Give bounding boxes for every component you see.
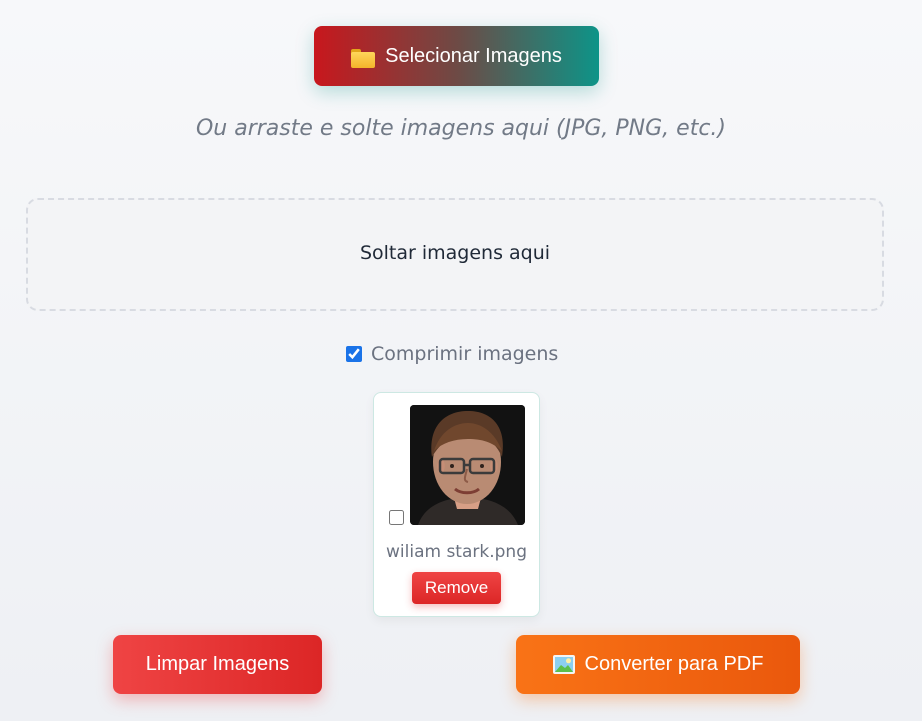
image-filename: wiliam stark.png [386, 542, 527, 562]
image-card: wiliam stark.png Remove [373, 392, 540, 617]
folder-icon [351, 49, 376, 68]
remove-image-button[interactable]: Remove [412, 572, 501, 604]
dropzone-label: Soltar imagens aqui [359, 241, 551, 264]
convert-to-pdf-button[interactable]: Converter para PDF [516, 635, 800, 694]
portrait-thumbnail-icon [410, 405, 525, 525]
image-select-checkbox[interactable] [389, 510, 404, 525]
select-images-label: Selecionar Imagens [385, 44, 562, 67]
compress-option[interactable]: Comprimir imagens [346, 341, 558, 367]
drop-hint-text: Ou arraste e solte imagens aqui (JPG, PN… [195, 116, 727, 141]
compress-label: Comprimir imagens [371, 343, 559, 365]
image-thumbnail [410, 405, 525, 525]
clear-images-button[interactable]: Limpar Imagens [113, 635, 322, 694]
picture-icon [552, 655, 575, 674]
select-images-button[interactable]: Selecionar Imagens [314, 26, 599, 86]
compress-checkbox[interactable] [346, 346, 362, 362]
convert-to-pdf-label: Converter para PDF [584, 653, 764, 675]
dropzone[interactable]: Soltar imagens aqui [26, 198, 884, 311]
